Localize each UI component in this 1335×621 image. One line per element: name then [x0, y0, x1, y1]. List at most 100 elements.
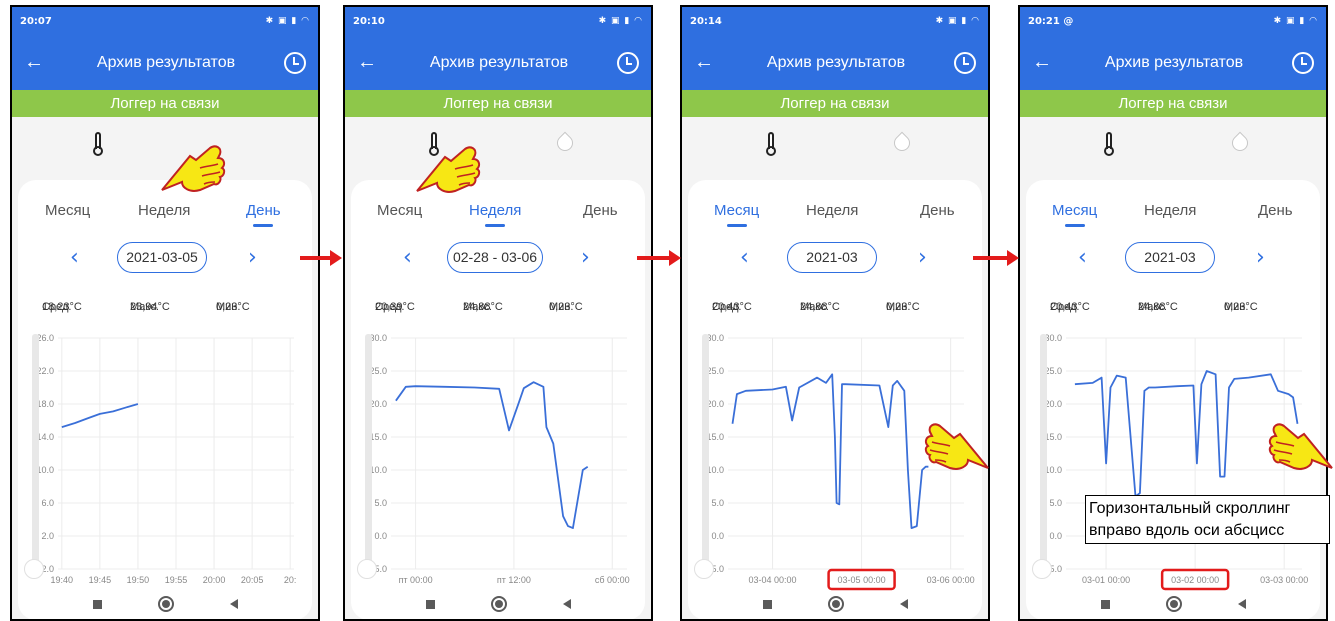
- tab-week[interactable]: Неделя: [469, 202, 521, 219]
- y-tick-label: 14.0: [36, 432, 54, 442]
- avg-value: 20,43°C: [712, 301, 752, 313]
- y-tick-label: 20.0: [706, 399, 724, 409]
- page-title: Архив результатов: [429, 53, 569, 71]
- home-icon[interactable]: [827, 596, 844, 612]
- period-tabs: Месяц Неделя День: [351, 202, 645, 232]
- y-tick-label: 0.0: [711, 531, 724, 541]
- zoom-slider-track[interactable]: [702, 334, 709, 564]
- humidity-drop-icon[interactable]: [553, 131, 577, 155]
- tab-week[interactable]: Неделя: [806, 202, 858, 219]
- y-tick-label: 25.0: [1044, 366, 1062, 376]
- back-arrow-icon[interactable]: ←: [1032, 51, 1056, 74]
- zoom-slider-knob[interactable]: [694, 559, 714, 579]
- avg-value: 18,23°C: [42, 301, 82, 313]
- date-range-pill[interactable]: 2021-03: [787, 242, 877, 273]
- recents-icon[interactable]: [425, 599, 435, 609]
- recents-icon[interactable]: [1100, 599, 1110, 609]
- status-icons: ✱ ▣ ▮ ◠: [1273, 16, 1318, 26]
- status-icons: ✱ ▣ ▮ ◠: [598, 16, 643, 26]
- y-tick-label: 30.0: [1044, 333, 1062, 343]
- page-title: Архив результатов: [1104, 53, 1244, 71]
- tab-week[interactable]: Неделя: [138, 202, 190, 219]
- tab-month[interactable]: Месяц: [714, 202, 759, 219]
- back-icon[interactable]: [1237, 599, 1246, 609]
- y-tick-label: 15.0: [706, 432, 724, 442]
- tab-week[interactable]: Неделя: [1144, 202, 1196, 219]
- tab-month[interactable]: Месяц: [45, 202, 90, 219]
- history-clock-icon[interactable]: [1292, 51, 1314, 74]
- date-range-pill[interactable]: 2021-03: [1125, 242, 1215, 273]
- date-navigator: ‹ 2021-03-05 ›: [18, 240, 312, 276]
- recents-icon[interactable]: [762, 599, 772, 609]
- tab-day[interactable]: День: [246, 202, 281, 219]
- prev-period-chevron-icon[interactable]: ‹: [740, 245, 749, 270]
- back-arrow-icon[interactable]: ←: [694, 51, 718, 74]
- tab-day[interactable]: День: [1258, 202, 1293, 219]
- x-tick-label: 19:40: [51, 575, 74, 585]
- x-tick-label: 03-02 00:00: [1171, 575, 1219, 585]
- zoom-slider-knob[interactable]: [357, 559, 377, 579]
- zoom-slider-track[interactable]: [1040, 334, 1047, 564]
- thermometer-icon[interactable]: [765, 132, 777, 156]
- prev-period-chevron-icon[interactable]: ‹: [1078, 245, 1087, 270]
- x-tick-label: 19:50: [127, 575, 150, 585]
- status-icons: ✱ ▣ ▮ ◠: [935, 16, 980, 26]
- zoom-slider-track[interactable]: [32, 334, 39, 564]
- max-value: 24,88°C: [463, 301, 503, 313]
- next-period-chevron-icon[interactable]: ›: [1256, 245, 1265, 270]
- temperature-chart[interactable]: 26.0 22.0 18.0 14.0 10.0 6.0 2.0 -2.0 19:40 19:45…: [18, 326, 312, 596]
- back-arrow-icon[interactable]: ←: [357, 51, 381, 74]
- recents-icon[interactable]: [92, 599, 102, 609]
- zoom-slider-knob[interactable]: [24, 559, 44, 579]
- min-value: 0,23°C: [549, 301, 583, 313]
- next-period-chevron-icon[interactable]: ›: [918, 245, 927, 270]
- prev-period-chevron-icon[interactable]: ‹: [403, 245, 412, 270]
- thermometer-icon[interactable]: [92, 132, 104, 156]
- home-icon[interactable]: [1165, 596, 1182, 612]
- y-tick-label: 25.0: [706, 366, 724, 376]
- temperature-chart[interactable]: 30.0 25.0 20.0 15.0 10.0 5.0 0.0 -5.0 пт 00:00 пт…: [351, 326, 645, 596]
- tab-day[interactable]: День: [583, 202, 618, 219]
- thermometer-icon[interactable]: [1103, 132, 1115, 156]
- back-icon[interactable]: [899, 599, 908, 609]
- next-period-chevron-icon[interactable]: ›: [581, 245, 590, 270]
- humidity-drop-icon[interactable]: [890, 131, 914, 155]
- sensor-selector: [1020, 117, 1326, 172]
- zoom-slider-knob[interactable]: [1032, 559, 1052, 579]
- back-icon[interactable]: [229, 599, 238, 609]
- history-clock-icon[interactable]: [284, 51, 306, 74]
- prev-period-chevron-icon[interactable]: ‹: [70, 245, 79, 270]
- tab-day[interactable]: День: [920, 202, 955, 219]
- next-period-chevron-icon[interactable]: ›: [248, 245, 257, 270]
- y-tick-label: 20.0: [369, 399, 387, 409]
- max-value: 23,94°C: [130, 301, 170, 313]
- back-arrow-icon[interactable]: ←: [24, 51, 48, 74]
- min-value: 0,23°C: [216, 301, 250, 313]
- app-bar: ← Архив результатов: [345, 35, 651, 90]
- chart-svg: 26.022.018.014.010.06.02.0-2.019:40 19:45…: [36, 333, 296, 585]
- date-navigator: ‹ 2021-03 ›: [688, 240, 982, 276]
- hand-pointer-2: [416, 146, 481, 193]
- home-icon[interactable]: [490, 596, 507, 612]
- tab-month[interactable]: Месяц: [377, 202, 422, 219]
- humidity-drop-icon[interactable]: [1228, 131, 1252, 155]
- home-icon[interactable]: [157, 596, 174, 612]
- hand-pointer-2-wrap: [415, 123, 487, 200]
- history-clock-icon[interactable]: [617, 51, 639, 74]
- x-tick-label: пт 12:00: [497, 575, 531, 585]
- app-bar: ← Архив результатов: [1020, 35, 1326, 90]
- y-tick-label: 20.0: [1044, 399, 1062, 409]
- history-clock-icon[interactable]: [954, 51, 976, 74]
- android-nav-bar: [12, 589, 318, 619]
- back-icon[interactable]: [562, 599, 571, 609]
- zoom-slider-track[interactable]: [365, 334, 372, 564]
- date-navigator: ‹ 2021-03 ›: [1026, 240, 1320, 276]
- hand-pointer-1: [161, 145, 226, 192]
- tab-month[interactable]: Месяц: [1052, 202, 1097, 219]
- date-range-pill[interactable]: 2021-03-05: [117, 242, 207, 273]
- avg-value: 20,43°C: [1050, 301, 1090, 313]
- transition-arrow-1: [300, 250, 342, 266]
- status-bar: 20:21 @ ✱ ▣ ▮ ◠: [1020, 7, 1326, 35]
- date-range-pill[interactable]: 02-28 - 03-06: [447, 242, 543, 273]
- period-tabs: Месяц Неделя День: [1026, 202, 1320, 232]
